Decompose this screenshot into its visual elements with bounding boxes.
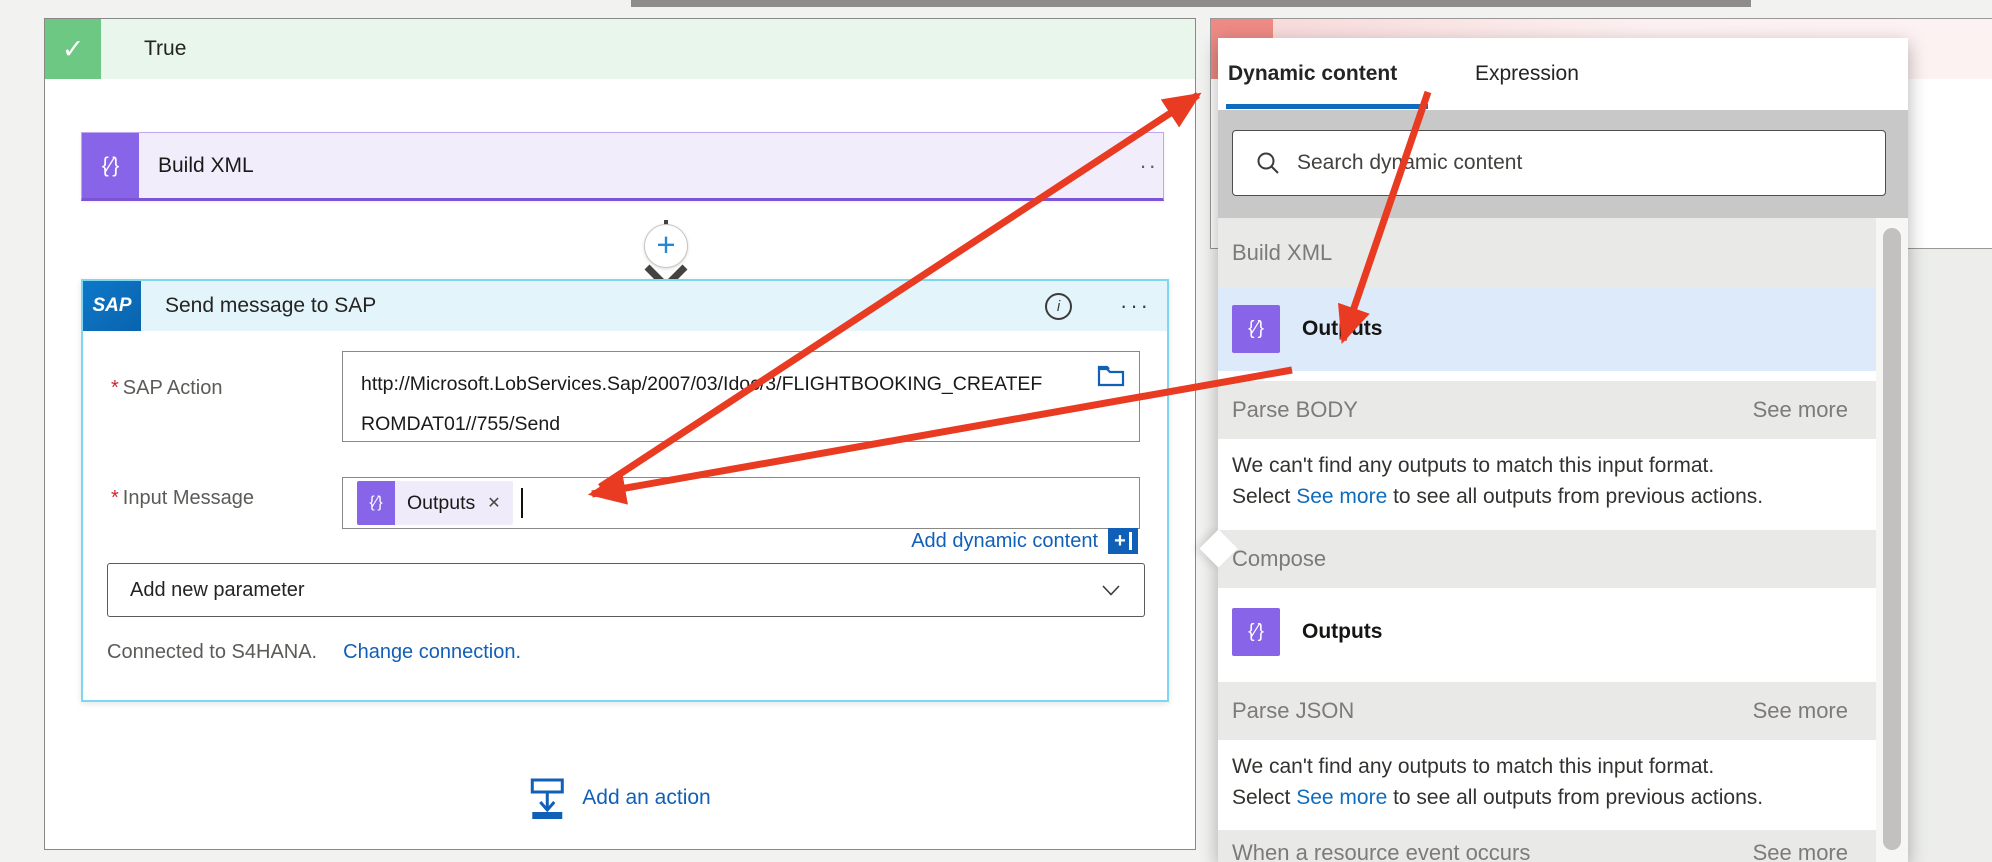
background-area bbox=[1908, 249, 1992, 862]
remove-token-icon[interactable]: ✕ bbox=[487, 493, 500, 513]
true-branch-header[interactable]: ✓ True bbox=[45, 19, 1195, 79]
section-parse-body: Parse BODY See more bbox=[1218, 381, 1876, 439]
chevron-down-icon bbox=[1102, 584, 1120, 596]
sap-card-header[interactable]: SAP Send message to SAP i ··· bbox=[83, 281, 1167, 331]
section-parse-json: Parse JSON See more bbox=[1218, 682, 1876, 740]
sap-card-title: Send message to SAP bbox=[165, 294, 377, 317]
input-message-input[interactable]: {∕} Outputs ✕ bbox=[342, 477, 1140, 529]
info-icon[interactable]: i bbox=[1045, 292, 1073, 320]
no-match-message-parse-body: We can't find any outputs to match this … bbox=[1218, 439, 1876, 530]
sap-action-input[interactable]: http://Microsoft.LobServices.Sap/2007/03… bbox=[342, 351, 1140, 442]
text-cursor bbox=[520, 488, 523, 518]
sap-action-value: http://Microsoft.LobServices.Sap/2007/03… bbox=[361, 373, 1043, 435]
search-zone bbox=[1218, 110, 1908, 218]
add-dynamic-content-link[interactable]: Add dynamic content bbox=[911, 530, 1098, 553]
required-asterisk: * bbox=[111, 377, 119, 399]
true-branch-card: ✓ True {∕} Build XML ·· + SAP Send messa… bbox=[44, 18, 1196, 850]
tab-dynamic-content[interactable]: Dynamic content bbox=[1228, 38, 1397, 110]
section-compose: Compose bbox=[1218, 530, 1876, 588]
build-xml-outputs-item[interactable]: {∕} Outputs bbox=[1218, 287, 1876, 371]
dynamic-content-panel: Dynamic content Expression Build XML {∕}… bbox=[1199, 38, 1908, 862]
compose-outputs-item[interactable]: {∕} Outputs bbox=[1218, 588, 1876, 676]
build-xml-label: Build XML bbox=[158, 153, 254, 177]
code-icon: {∕} bbox=[82, 133, 139, 198]
see-more-inline-link[interactable]: See more bbox=[1296, 786, 1387, 809]
insert-step-button[interactable]: + bbox=[644, 224, 688, 268]
section-resource-event: When a resource event occurs See more bbox=[1218, 830, 1876, 862]
add-action-icon bbox=[530, 778, 564, 819]
input-message-label: * Input Message bbox=[111, 487, 254, 509]
add-action-label: Add an action bbox=[582, 786, 711, 809]
card-menu-button[interactable]: ··· bbox=[1120, 293, 1151, 319]
see-more-parse-body[interactable]: See more bbox=[1753, 397, 1848, 423]
check-icon: ✓ bbox=[45, 19, 101, 79]
add-dynamic-content-button[interactable]: + bbox=[1108, 528, 1138, 554]
action-menu-ellipsis[interactable]: ·· bbox=[1139, 153, 1163, 179]
true-branch-label: True bbox=[144, 37, 187, 60]
panel-tabs: Dynamic content Expression bbox=[1218, 38, 1908, 110]
upper-card-edge bbox=[631, 0, 1751, 7]
add-dynamic-content-row: Add dynamic content + bbox=[911, 528, 1138, 554]
code-icon: {∕} bbox=[1232, 608, 1280, 656]
sap-action-label: * SAP Action bbox=[111, 377, 223, 399]
code-icon: {∕} bbox=[1232, 305, 1280, 353]
tab-expression[interactable]: Expression bbox=[1475, 38, 1579, 110]
token-label: Outputs bbox=[407, 491, 476, 514]
sap-logo-icon: SAP bbox=[83, 281, 141, 331]
connection-status: Connected to S4HANA. bbox=[107, 641, 318, 663]
search-box[interactable] bbox=[1232, 130, 1886, 196]
outputs-item-label: Outputs bbox=[1302, 620, 1383, 643]
build-xml-action[interactable]: {∕} Build XML ·· bbox=[81, 132, 1164, 201]
change-connection-link[interactable]: Change connection. bbox=[343, 641, 521, 663]
search-icon bbox=[1257, 152, 1279, 174]
folder-picker-icon[interactable] bbox=[1097, 364, 1125, 388]
required-asterisk: * bbox=[111, 487, 119, 509]
see-more-inline-link[interactable]: See more bbox=[1296, 485, 1387, 508]
see-more-parse-json[interactable]: See more bbox=[1753, 698, 1848, 724]
outputs-token[interactable]: {∕} Outputs ✕ bbox=[357, 481, 513, 525]
section-build-xml: Build XML bbox=[1218, 218, 1876, 287]
send-message-to-sap-card: SAP Send message to SAP i ··· * SAP Actio… bbox=[81, 279, 1169, 702]
connection-status-row: Connected to S4HANA. Change connection. bbox=[107, 641, 521, 664]
code-icon: {∕} bbox=[357, 481, 395, 525]
no-match-message-parse-json: We can't find any outputs to match this … bbox=[1218, 740, 1876, 830]
active-tab-underline bbox=[1226, 104, 1428, 109]
flow-designer-screen: ✓ True {∕} Build XML ·· + SAP Send messa… bbox=[0, 0, 1992, 862]
panel-scrollbar-thumb[interactable] bbox=[1883, 228, 1901, 850]
add-an-action-button[interactable]: Add an action bbox=[529, 777, 711, 819]
outputs-item-label: Outputs bbox=[1302, 317, 1383, 340]
add-new-parameter-dropdown[interactable]: Add new parameter bbox=[107, 563, 1145, 617]
search-input[interactable] bbox=[1297, 151, 1885, 175]
see-more-resource-event[interactable]: See more bbox=[1753, 840, 1848, 862]
